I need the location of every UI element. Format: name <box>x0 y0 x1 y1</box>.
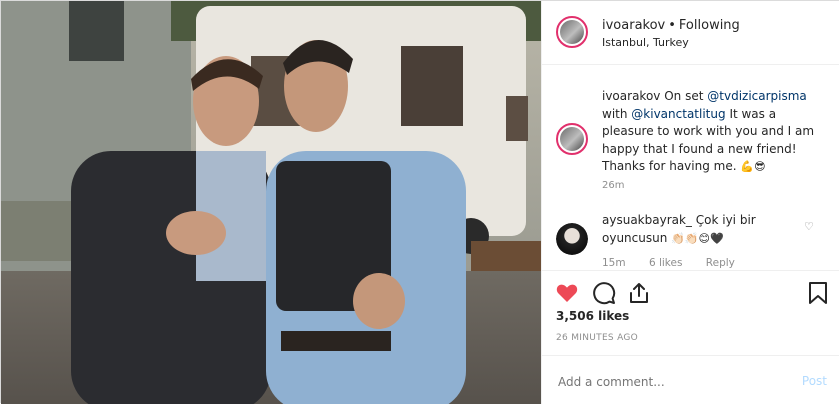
caption-time[interactable]: 26m <box>602 180 624 191</box>
comment-likes[interactable]: 6 likes <box>649 257 683 269</box>
comment-icon[interactable] <box>592 281 616 305</box>
photo-illustration <box>1 1 541 404</box>
commenter-avatar[interactable] <box>556 223 588 255</box>
caption-text-part: with <box>602 106 628 121</box>
author-username[interactable]: ivoarakov <box>602 18 665 33</box>
post-comment-button[interactable]: Post <box>802 374 827 388</box>
caption-emojis: 💪😎 <box>740 160 766 173</box>
caption-avatar[interactable] <box>556 123 588 155</box>
post-location[interactable]: Istanbul, Turkey <box>602 36 689 49</box>
mention-link[interactable]: @kivanctatlitug <box>631 107 725 121</box>
instagram-post: ivoarakov • Following Istanbul, Turkey ivo… <box>0 0 839 404</box>
caption-text-part: On set <box>664 89 704 103</box>
comment-time[interactable]: 15m <box>602 257 626 269</box>
comment-emojis: 👏🏻👏🏻😊🖤 <box>671 231 724 245</box>
post-sidebar: ivoarakov • Following Istanbul, Turkey ivo… <box>541 1 839 404</box>
caption-text: ivoarakov On set @tvdizicarpisma with @k… <box>602 88 827 176</box>
separator-dot: • <box>668 18 676 33</box>
add-comment-section: Post <box>542 355 839 404</box>
comment-meta: 15m 6 likes Reply <box>602 257 755 269</box>
follow-status-button[interactable]: Following <box>679 18 740 33</box>
comment-text: aysuakbayrak_ Çok iyi bir oyuncusun 👏🏻👏🏻… <box>602 212 802 247</box>
post-timestamp[interactable]: 26 MINUTES AGO <box>556 333 638 343</box>
comment-reply-button[interactable]: Reply <box>706 257 735 269</box>
commenter-username[interactable]: aysuakbayrak_ <box>602 213 692 227</box>
mention-link[interactable]: @tvdizicarpisma <box>707 89 807 103</box>
caption-username[interactable]: ivoarakov <box>602 89 660 103</box>
share-icon[interactable] <box>627 281 651 305</box>
post-photo[interactable] <box>1 1 541 404</box>
heart-icon[interactable] <box>555 281 579 305</box>
author-avatar[interactable] <box>556 16 588 48</box>
add-comment-input[interactable] <box>556 374 780 390</box>
header-user-line: ivoarakov • Following <box>602 18 740 33</box>
likes-count[interactable]: 3,506 likes <box>556 309 629 323</box>
comment-like-icon[interactable]: ♡ <box>804 220 814 233</box>
post-header: ivoarakov • Following Istanbul, Turkey <box>542 1 839 65</box>
bookmark-icon[interactable] <box>808 281 828 305</box>
